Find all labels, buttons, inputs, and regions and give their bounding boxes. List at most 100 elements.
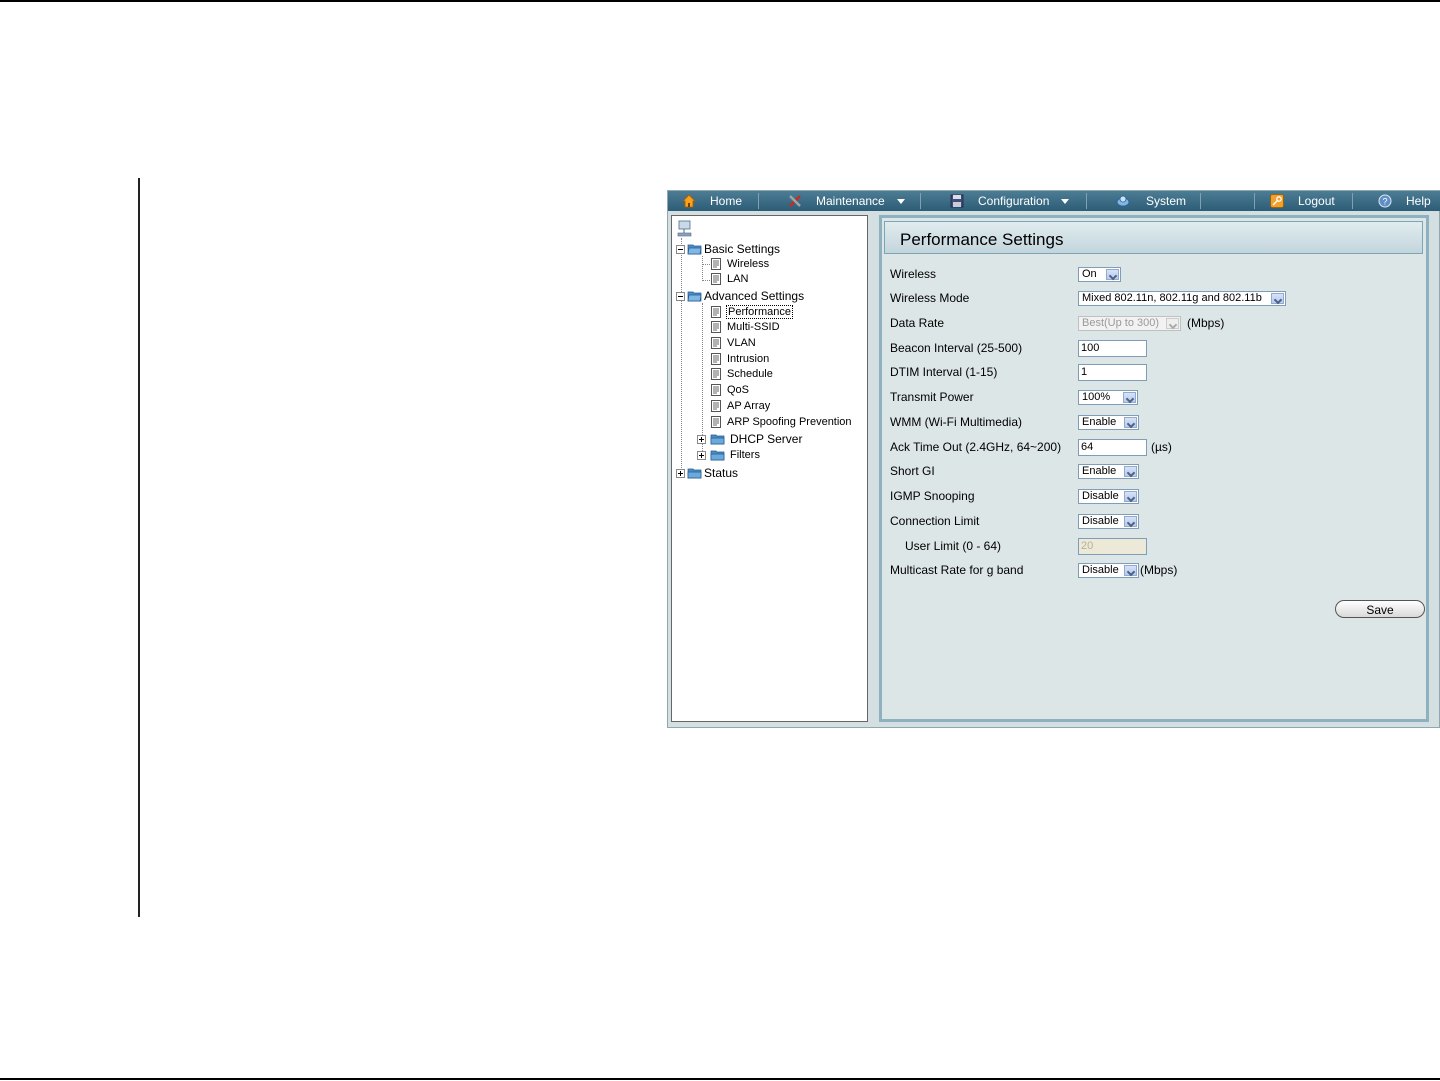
tree-intrusion[interactable]: Intrusion [711, 353, 769, 365]
wireless-mode-select[interactable]: Mixed 802.11n, 802.11g and 802.11b [1078, 290, 1286, 306]
beacon-interval-label: Beacon Interval (25-500) [890, 341, 1023, 355]
tree-filters[interactable]: Filters [697, 449, 760, 461]
folder-icon [710, 450, 725, 461]
menu-maintenance[interactable]: Maintenance [788, 191, 905, 211]
menu-home[interactable]: Home [682, 191, 742, 211]
tree-lan[interactable]: LAN [711, 273, 748, 285]
expand-icon[interactable] [697, 450, 706, 460]
dropdown-arrow-icon[interactable] [1124, 490, 1137, 502]
menu-logout[interactable]: Logout [1270, 191, 1335, 211]
svg-text:?: ? [1382, 197, 1387, 207]
dtim-interval-label: DTIM Interval (1-15) [890, 365, 998, 379]
folder-icon [710, 434, 725, 445]
dtim-interval-input[interactable]: 1 [1078, 363, 1147, 381]
page-icon [711, 321, 721, 333]
chevron-down-icon [896, 198, 905, 204]
tree-qos[interactable]: QoS [711, 384, 749, 396]
menu-logout-label: Logout [1298, 194, 1335, 208]
wireless-label: Wireless [890, 267, 937, 281]
ap-web-ui: Home Maintenance Configuration System Lo… [667, 190, 1440, 728]
chevron-down-icon [1061, 198, 1070, 204]
access-point-icon [677, 220, 692, 237]
tree-vlan[interactable]: VLAN [711, 337, 756, 349]
key-icon [1270, 194, 1284, 208]
beacon-interval-input[interactable]: 100 [1078, 339, 1147, 357]
transmit-power-value: 100% [1082, 391, 1111, 403]
tree-advanced-settings-label: Advanced Settings [704, 289, 805, 303]
help-icon: ? [1378, 194, 1392, 208]
ack-timeout-unit: (µs) [1151, 440, 1172, 454]
page-icon [711, 337, 721, 349]
tree-multi-ssid[interactable]: Multi-SSID [711, 321, 780, 333]
wmm-value: Enable [1082, 416, 1117, 428]
page-icon [711, 258, 721, 270]
data-rate-label: Data Rate [890, 316, 945, 330]
tree-arp-spoofing-prevention[interactable]: ARP Spoofing Prevention [711, 416, 852, 428]
tree-performance[interactable]: Performance [711, 305, 793, 319]
wmm-label: WMM (Wi-Fi Multimedia) [890, 415, 1022, 429]
menu-separator [1086, 193, 1087, 209]
tree-ap-array-label: AP Array [727, 400, 771, 412]
data-rate-unit: (Mbps) [1187, 316, 1225, 330]
dropdown-arrow-icon[interactable] [1124, 564, 1137, 576]
igmp-snooping-value: Disable [1082, 490, 1119, 502]
wireless-select[interactable]: On [1078, 266, 1121, 282]
dropdown-arrow-icon[interactable] [1124, 465, 1137, 477]
tree-wireless[interactable]: Wireless [711, 258, 769, 270]
user-limit-input: 20 [1078, 537, 1147, 555]
tree-advanced-settings[interactable]: Advanced Settings [676, 289, 804, 303]
collapse-icon[interactable] [676, 291, 685, 301]
menu-separator [920, 193, 921, 209]
system-icon [1116, 195, 1130, 207]
expand-icon[interactable] [697, 434, 706, 444]
menu-help[interactable]: ? Help [1378, 191, 1431, 211]
tree-connector [702, 256, 703, 281]
dropdown-arrow-icon[interactable] [1271, 292, 1284, 304]
tree-basic-settings-label: Basic Settings [704, 242, 781, 256]
ack-timeout-value: 64 [1081, 441, 1094, 453]
wireless-value: On [1082, 268, 1097, 280]
page-icon [711, 306, 721, 318]
wireless-mode-label: Wireless Mode [890, 291, 970, 305]
multicast-rate-unit: (Mbps) [1140, 563, 1178, 577]
navigation-tree: Basic Settings Wireless LAN Advanced Set… [671, 215, 868, 722]
tree-connector [681, 238, 682, 472]
multicast-rate-select[interactable]: Disable [1078, 562, 1139, 578]
connection-limit-select[interactable]: Disable [1078, 513, 1139, 529]
collapse-icon[interactable] [676, 244, 685, 254]
tree-dhcp-server[interactable]: DHCP Server [697, 432, 802, 446]
home-icon [682, 194, 696, 208]
tree-dhcp-server-label: DHCP Server [730, 432, 803, 446]
menu-system[interactable]: System [1116, 191, 1186, 211]
panel-header: Performance Settings [884, 221, 1423, 254]
dropdown-arrow-icon[interactable] [1106, 268, 1119, 280]
dropdown-arrow-icon[interactable] [1124, 416, 1137, 428]
data-rate-value: Best(Up to 300) [1082, 317, 1160, 329]
tree-filters-label: Filters [730, 449, 760, 461]
left-margin-rule [138, 178, 140, 917]
expand-icon[interactable] [676, 468, 685, 478]
page-icon [711, 273, 721, 285]
menu-configuration[interactable]: Configuration [950, 191, 1070, 211]
short-gi-select[interactable]: Enable [1078, 463, 1139, 479]
tree-arp-spoofing-label: ARP Spoofing Prevention [727, 416, 852, 428]
tools-icon [789, 195, 801, 207]
tree-schedule-label: Schedule [727, 368, 773, 380]
tree-connector [702, 264, 710, 265]
tree-ap-array[interactable]: AP Array [711, 400, 770, 412]
tree-schedule[interactable]: Schedule [711, 368, 773, 380]
dropdown-arrow-icon[interactable] [1123, 391, 1136, 403]
multicast-rate-label: Multicast Rate for g band [890, 563, 1024, 577]
tree-basic-settings[interactable]: Basic Settings [676, 242, 780, 256]
top-rule [0, 0, 1440, 2]
igmp-snooping-select[interactable]: Disable [1078, 488, 1139, 504]
save-button[interactable]: Save [1335, 600, 1425, 618]
page-icon [711, 353, 721, 365]
menu-configuration-label: Configuration [978, 194, 1050, 208]
tree-status[interactable]: Status [676, 466, 738, 480]
tree-wireless-label: Wireless [727, 258, 770, 270]
dropdown-arrow-icon[interactable] [1124, 515, 1137, 527]
wmm-select[interactable]: Enable [1078, 414, 1139, 430]
ack-timeout-input[interactable]: 64 [1078, 438, 1147, 456]
transmit-power-select[interactable]: 100% [1078, 389, 1138, 405]
